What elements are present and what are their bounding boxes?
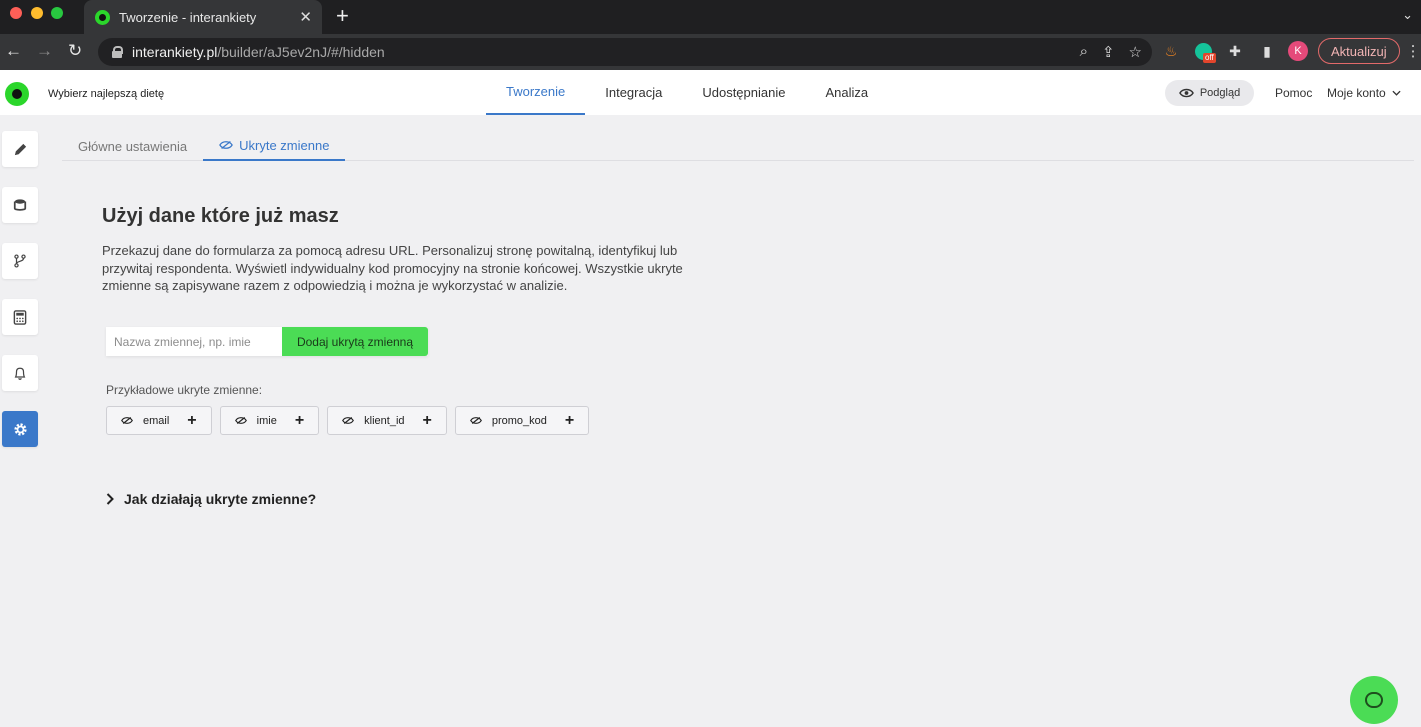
tab-hidden-variables[interactable]: Ukryte zmienne <box>203 131 346 161</box>
app-header: Wybierz najlepszą dietę Tworzenie Integr… <box>0 70 1421 115</box>
account-label: Moje konto <box>1327 86 1386 100</box>
plus-icon[interactable]: + <box>423 412 432 430</box>
plus-icon[interactable]: + <box>187 412 196 430</box>
bookmark-star-icon[interactable]: ☆ <box>1129 43 1142 61</box>
eye-slash-icon <box>469 417 482 424</box>
preview-label: Podgląd <box>1199 87 1241 99</box>
side-panel-icon[interactable]: ▮ <box>1256 40 1278 62</box>
example-chip-label: imie <box>256 414 277 427</box>
calculator-icon <box>13 309 27 325</box>
chat-bubble-icon <box>1365 692 1383 708</box>
faq-toggle[interactable]: Jak działają ukryte zmienne? <box>106 491 316 507</box>
eye-icon <box>1178 88 1194 98</box>
database-icon <box>13 199 27 211</box>
example-chip-label: email <box>143 414 170 427</box>
puzzle-extensions-icon[interactable]: ✚ <box>1224 40 1246 62</box>
nav-integracja[interactable]: Integracja <box>585 70 682 115</box>
lock-icon[interactable] <box>112 46 123 58</box>
gear-icon <box>13 422 27 436</box>
add-hidden-variable-button[interactable]: Dodaj ukrytą zmienną <box>282 327 428 356</box>
sidebar-item-data[interactable] <box>2 187 38 223</box>
maximize-window-button[interactable] <box>51 7 63 19</box>
browser-tab[interactable]: Tworzenie - interankiety ✕ <box>84 0 322 34</box>
extension-off-badge: off <box>1203 53 1216 63</box>
nav-udostepnianie[interactable]: Udostępnianie <box>682 70 805 115</box>
page-description: Przekazuj dane do formularza za pomocą a… <box>102 243 683 293</box>
preview-button[interactable]: Podgląd <box>1165 80 1254 106</box>
close-tab-icon[interactable]: ✕ <box>299 8 312 26</box>
forward-arrow-icon[interactable]: → <box>36 41 53 61</box>
url-text[interactable]: interankiety.pl/builder/aJ5ev2nJ/#/hidde… <box>132 44 385 60</box>
page-title: Użyj dane które już masz <box>102 205 339 227</box>
example-chip-label: promo_kod <box>491 414 547 427</box>
eye-slash-icon <box>121 417 133 424</box>
example-variables: email + imie + klient_id + promo_kod + <box>106 406 590 435</box>
examples-label: Przykładowe ukryte zmienne: <box>106 383 263 397</box>
browser-menu-icon[interactable]: ⋮ <box>1406 42 1421 60</box>
faq-label: Jak działają ukryte zmienne? <box>124 491 317 507</box>
interankiety-favicon-icon <box>95 9 110 25</box>
tab-search-chevron-icon[interactable]: ⌄ <box>1402 7 1413 23</box>
profile-avatar[interactable]: K <box>1288 41 1308 61</box>
grammarly-extension[interactable]: off <box>1192 40 1216 63</box>
address-bar[interactable]: interankiety.pl/builder/aJ5ev2nJ/#/hidde… <box>98 38 1152 66</box>
new-tab-icon[interactable]: + <box>336 4 349 28</box>
plus-icon[interactable]: + <box>565 412 574 430</box>
update-browser-button[interactable]: Aktualizuj <box>1318 38 1400 64</box>
variable-name-input[interactable] <box>106 327 282 356</box>
chevron-down-icon <box>1392 90 1401 96</box>
nav-tworzenie[interactable]: Tworzenie <box>486 70 586 115</box>
nav-analiza[interactable]: Analiza <box>805 70 888 115</box>
zoom-icon[interactable]: ⌕ <box>1080 43 1088 61</box>
interankiety-logo-icon[interactable] <box>5 82 29 106</box>
example-chip-promo-kod[interactable]: promo_kod + <box>454 406 590 435</box>
browser-tab-title: Tworzenie - interankiety <box>119 9 257 25</box>
close-window-button[interactable] <box>10 7 22 19</box>
chevron-right-icon <box>106 493 114 505</box>
browser-toolbar: ← → ↻ interankiety.pl/builder/aJ5ev2nJ/#… <box>0 34 1421 70</box>
tab-hidden-variables-label: Ukryte zmienne <box>239 137 330 153</box>
sidebar-item-calculator[interactable] <box>2 299 38 335</box>
minimize-window-button[interactable] <box>31 7 43 19</box>
back-arrow-icon[interactable]: ← <box>5 41 22 61</box>
sidebar-item-logic[interactable] <box>2 243 38 279</box>
fire-extension-icon[interactable]: ♨ <box>1160 40 1182 62</box>
example-chip-label: klient_id <box>364 414 405 427</box>
sidebar-item-edit[interactable] <box>2 131 38 167</box>
chat-widget-button[interactable] <box>1350 676 1398 724</box>
example-chip-imie[interactable]: imie + <box>219 406 320 435</box>
browser-tab-bar: Tworzenie - interankiety ✕ + ⌄ <box>0 0 1421 34</box>
eye-slash-icon <box>342 417 355 424</box>
survey-name[interactable]: Wybierz najlepszą dietę <box>48 88 164 100</box>
sidebar-item-notifications[interactable] <box>2 355 38 391</box>
main-nav: Tworzenie Integracja Udostępnianie Anali… <box>486 70 888 115</box>
settings-tabs: Główne ustawienia Ukryte zmienne <box>62 131 1414 161</box>
reload-icon[interactable]: ↻ <box>68 41 82 61</box>
bell-icon <box>14 367 26 380</box>
pencil-icon <box>14 143 26 155</box>
add-variable-form: Dodaj ukrytą zmienną <box>106 327 428 356</box>
example-chip-email[interactable]: email + <box>106 406 212 435</box>
sidebar-item-settings[interactable] <box>2 411 38 447</box>
tab-main-settings[interactable]: Główne ustawienia <box>62 131 203 161</box>
eye-slash-icon <box>219 141 233 149</box>
example-chip-klient-id[interactable]: klient_id + <box>327 406 447 435</box>
account-menu[interactable]: Moje konto <box>1327 86 1401 100</box>
plus-icon[interactable]: + <box>295 412 304 430</box>
help-link[interactable]: Pomoc <box>1275 86 1312 100</box>
share-icon[interactable]: ⇪ <box>1102 43 1115 61</box>
branch-icon <box>14 254 26 268</box>
eye-slash-icon <box>234 417 247 424</box>
